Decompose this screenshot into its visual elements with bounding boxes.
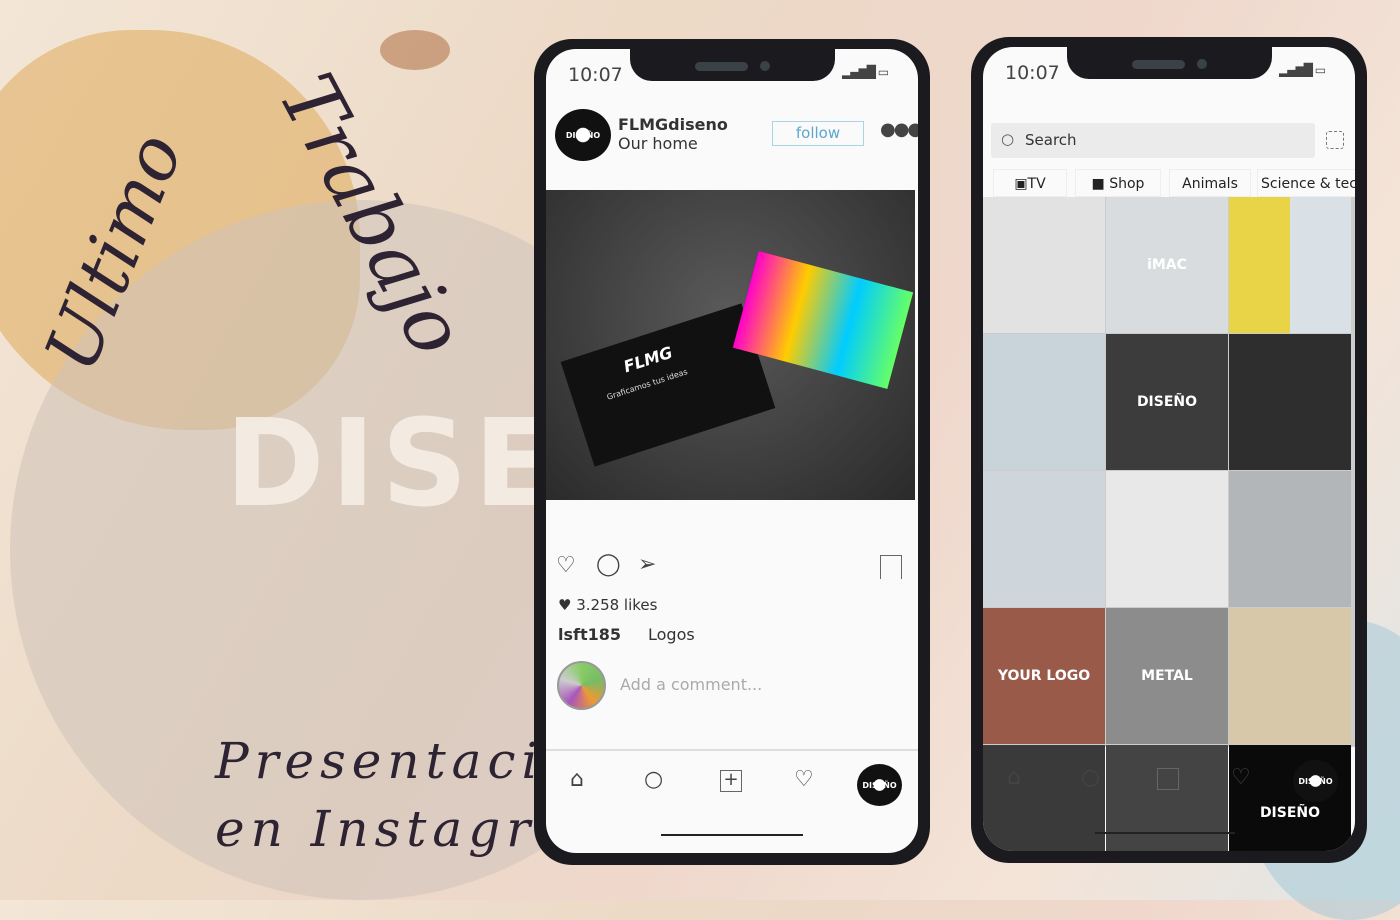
- explore-tile[interactable]: [1106, 471, 1228, 607]
- explore-tile[interactable]: [1229, 608, 1351, 744]
- home-icon[interactable]: ⌂: [1007, 767, 1021, 789]
- home-indicator: [1095, 832, 1235, 834]
- comment-icon[interactable]: ◯: [596, 554, 621, 576]
- explore-tile[interactable]: [1106, 745, 1228, 851]
- scan-icon[interactable]: [1326, 131, 1344, 149]
- more-dots-icon[interactable]: ●●●: [880, 121, 918, 139]
- faded-word: DISE: [225, 395, 562, 534]
- share-send-icon[interactable]: ➢: [638, 554, 656, 576]
- explore-tile[interactable]: [983, 471, 1105, 607]
- caption-user[interactable]: lsft185: [558, 625, 621, 644]
- status-time: 10:07: [1005, 62, 1060, 84]
- phone-post-mockup: 10:07 ▂▄▆█ ▭ DISEÑO FLMGdiseno Our home …: [534, 39, 930, 865]
- add-icon[interactable]: +: [720, 770, 742, 792]
- heart-icon[interactable]: ♡: [1231, 767, 1251, 789]
- explore-tile[interactable]: [983, 334, 1105, 470]
- signal-battery-icon: ▂▄▆█ ▭: [1279, 63, 1326, 77]
- profile-username[interactable]: FLMGdiseno: [618, 115, 728, 134]
- follow-button[interactable]: follow: [772, 121, 864, 146]
- heart-icon[interactable]: ♡: [794, 769, 814, 791]
- category-animals[interactable]: Animals: [1169, 169, 1251, 197]
- profile-avatar[interactable]: DISEÑO: [555, 109, 611, 161]
- shopping-bag-icon: ■: [1091, 176, 1105, 192]
- post-screen: 10:07 ▂▄▆█ ▭ DISEÑO FLMGdiseno Our home …: [546, 49, 918, 853]
- like-heart-icon[interactable]: ♡: [556, 555, 576, 577]
- status-time: 10:07: [568, 64, 623, 86]
- category-science[interactable]: Science & tec: [1257, 169, 1355, 197]
- explore-tile[interactable]: YOUR LOGO: [983, 608, 1105, 744]
- explore-tile[interactable]: DISEÑO: [1229, 745, 1351, 851]
- category-tv[interactable]: ▣TV: [993, 169, 1067, 197]
- explore-tile[interactable]: [1229, 197, 1351, 333]
- tv-icon: ▣: [1014, 176, 1028, 192]
- comment-input[interactable]: Add a comment...: [620, 675, 762, 694]
- explore-screen: 10:07 ▂▄▆█ ▭ ○ Search ▣TV ■ Shop Animals…: [983, 47, 1355, 851]
- explore-tile[interactable]: iMAC: [1106, 197, 1228, 333]
- explore-tile[interactable]: [1229, 471, 1351, 607]
- explore-tile[interactable]: DISEÑO: [1106, 334, 1228, 470]
- category-shop[interactable]: ■ Shop: [1075, 169, 1161, 197]
- explore-tile[interactable]: [983, 197, 1105, 333]
- watercolor-blob: [380, 30, 450, 70]
- home-indicator: [661, 834, 803, 836]
- signal-battery-icon: ▂▄▆█ ▭: [842, 65, 889, 79]
- search-icon[interactable]: ○: [644, 769, 663, 791]
- explore-tile[interactable]: METAL: [1106, 608, 1228, 744]
- search-bar[interactable]: ○ Search: [991, 123, 1315, 158]
- profile-subtitle: Our home: [618, 134, 698, 153]
- explore-tile[interactable]: [983, 745, 1105, 851]
- category-label: TV: [1027, 176, 1046, 192]
- explore-grid: iMAC DISEÑO YOUR LOGO METAL DISEÑO: [983, 197, 1355, 851]
- commenter-avatar: [557, 661, 606, 710]
- likes-count: ♥ 3.258 likes: [558, 596, 658, 614]
- nav-profile-avatar[interactable]: DISEÑO: [857, 764, 902, 806]
- caption-text: Logos: [648, 625, 695, 644]
- phone-notch: [630, 49, 835, 81]
- add-icon[interactable]: +: [1157, 768, 1179, 790]
- bookmark-icon[interactable]: [880, 555, 902, 579]
- post-image[interactable]: FLMG Graficamos tus ideas: [546, 190, 915, 500]
- likes-text: 3.258 likes: [576, 596, 658, 614]
- search-icon[interactable]: ○: [1081, 767, 1100, 789]
- phone-explore-mockup: 10:07 ▂▄▆█ ▭ ○ Search ▣TV ■ Shop Animals…: [971, 37, 1367, 863]
- category-label: Shop: [1109, 176, 1145, 192]
- bottom-nav: [546, 749, 918, 751]
- explore-tile[interactable]: [1229, 334, 1351, 470]
- phone-notch: [1067, 47, 1272, 79]
- nav-profile-avatar[interactable]: DISEÑO: [1293, 760, 1338, 802]
- search-input[interactable]: Search: [1025, 131, 1077, 149]
- search-icon: ○: [1001, 130, 1015, 148]
- home-icon[interactable]: ⌂: [570, 769, 584, 791]
